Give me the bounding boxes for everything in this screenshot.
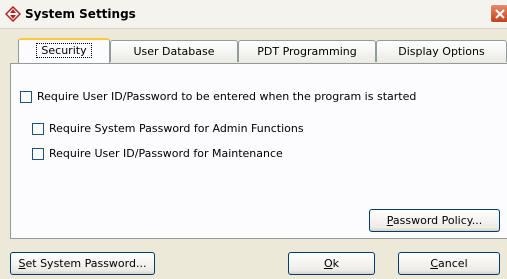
mnemonic: O <box>323 257 333 270</box>
mnemonic: C <box>430 257 439 270</box>
require-maintenance-login-checkbox[interactable] <box>32 147 44 160</box>
require-maintenance-login-label: Require User ID/Password for Maintenance <box>49 147 283 160</box>
tab-strip: Security User Database PDT Programming D… <box>10 38 507 63</box>
set-system-password-button[interactable]: Set System Password... <box>10 252 155 275</box>
tab-label: PDT Programming <box>257 45 357 58</box>
button-label: assword Policy... <box>392 214 483 227</box>
require-system-password-checkbox[interactable] <box>32 122 44 135</box>
require-system-password-label: Require System Password for Admin Functi… <box>49 122 304 135</box>
tab-display-options[interactable]: Display Options <box>376 40 507 62</box>
password-policy-button[interactable]: Password Policy... <box>369 209 500 232</box>
diamond-arrows-icon <box>4 5 22 23</box>
window-title: System Settings <box>25 7 136 21</box>
tab-user-database[interactable]: User Database <box>110 40 238 62</box>
require-maintenance-login-option[interactable]: Require User ID/Password for Maintenance <box>32 147 283 160</box>
tab-label: Display Options <box>398 45 485 58</box>
title-bar[interactable]: System Settings <box>0 0 507 29</box>
tab-security[interactable]: Security <box>18 38 110 63</box>
mnemonic: S <box>18 257 26 270</box>
button-label: ancel <box>438 257 468 270</box>
button-label: k <box>332 257 340 270</box>
tab-pdt-programming[interactable]: PDT Programming <box>238 40 376 62</box>
security-panel: Require User ID/Password to be entered w… <box>10 63 507 239</box>
close-button[interactable] <box>490 4 507 23</box>
require-login-label: Require User ID/Password to be entered w… <box>37 90 417 103</box>
tab-label: User Database <box>133 45 215 58</box>
tab-label: Security <box>36 43 92 58</box>
ok-button[interactable]: Ok <box>288 252 375 275</box>
require-login-checkbox[interactable] <box>20 90 32 103</box>
close-x-icon <box>495 9 505 19</box>
require-login-option[interactable]: Require User ID/Password to be entered w… <box>20 90 416 103</box>
require-system-password-option[interactable]: Require System Password for Admin Functi… <box>32 122 304 135</box>
cancel-button[interactable]: Cancel <box>398 252 500 275</box>
button-label: et System Password... <box>25 257 147 270</box>
